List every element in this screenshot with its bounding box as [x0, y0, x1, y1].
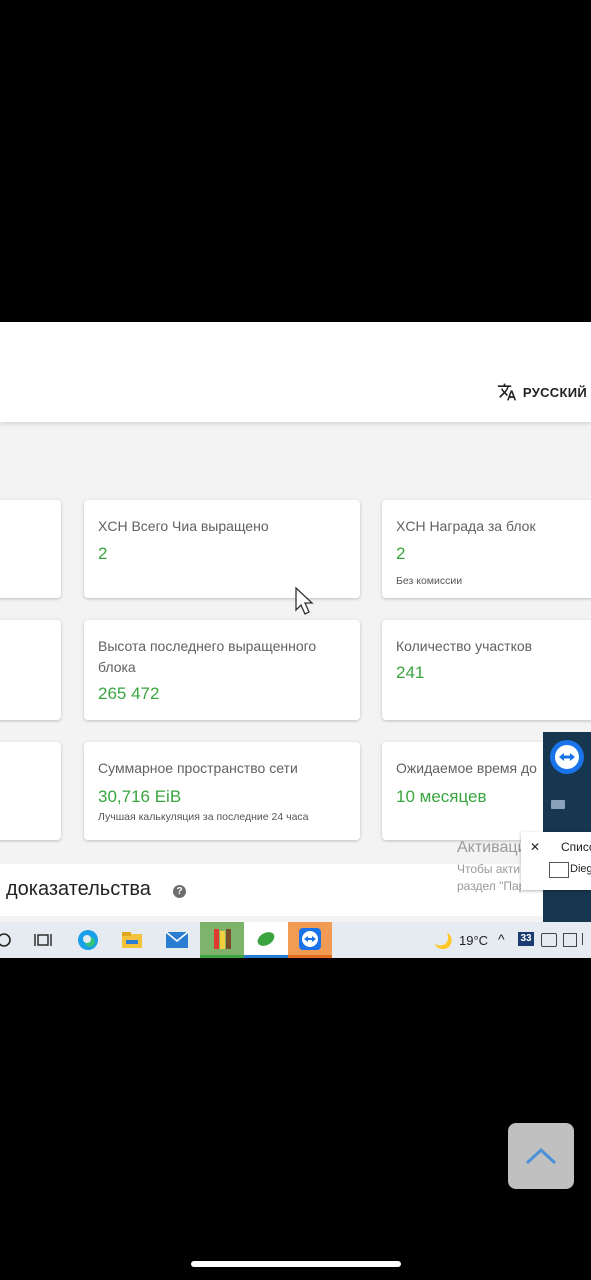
task-view-icon[interactable]	[21, 922, 65, 958]
popup-label: Списс	[561, 840, 591, 854]
translate-icon	[497, 383, 517, 401]
chevron-up-icon	[525, 1147, 557, 1165]
app-icon[interactable]	[200, 922, 244, 958]
stat-label: XCH Всего Чиа выращено	[98, 518, 269, 534]
stat-card-last-block-height: Высота последнего выращенного блока 265 …	[84, 620, 360, 720]
weather-temp[interactable]: 19°C	[459, 933, 488, 948]
stat-label: XCH Награда за блок	[396, 518, 536, 534]
language-button[interactable]: РУССКИЙ	[497, 382, 587, 402]
chevron-up-icon[interactable]: ^	[498, 931, 505, 947]
teamviewer-icon[interactable]	[288, 922, 332, 958]
stat-label: Количество участков	[396, 638, 533, 654]
tray-icon[interactable]	[563, 933, 577, 947]
top-app-bar: РУССКИЙ	[0, 322, 591, 422]
mouse-cursor-icon	[294, 586, 316, 621]
popup-window: ✕ Списс Diego	[521, 832, 591, 890]
stat-value: 30,716 EiB	[98, 787, 182, 806]
stat-card-partial	[0, 620, 61, 720]
stat-card-block-reward: XCH Награда за блок 2 Без комиссии	[382, 500, 591, 598]
home-indicator[interactable]	[191, 1261, 401, 1267]
scroll-to-top-button[interactable]	[508, 1123, 574, 1189]
network-icon[interactable]	[541, 933, 557, 947]
stat-note: Без комиссии	[396, 575, 463, 587]
user-icon	[549, 862, 569, 878]
stat-card-partial	[0, 742, 61, 840]
stat-label: Высота последнего выращенного блока	[98, 638, 317, 675]
tray-icon[interactable]	[582, 933, 591, 945]
stat-value: 241	[396, 663, 425, 682]
section-title: доказательства	[6, 878, 151, 900]
taskbar: 🌙 19°C ^ 33	[0, 922, 591, 958]
screen-photo: РУССКИЙ XCH Всего Чиа выращено 2 XCH Наг…	[0, 322, 591, 958]
close-icon[interactable]: ✕	[530, 840, 540, 854]
tray-badge[interactable]: 33	[518, 932, 534, 946]
edge-icon[interactable]	[66, 922, 110, 958]
chia-icon[interactable]	[244, 922, 288, 958]
file-explorer-icon[interactable]	[110, 922, 154, 958]
teamviewer-panel	[543, 732, 591, 922]
popup-user: Diego	[570, 863, 591, 875]
stat-value: 265 472	[98, 684, 160, 703]
stat-value: 2	[396, 544, 406, 563]
stat-value: 10 месяцев	[396, 787, 487, 806]
stat-card-partial	[0, 500, 61, 598]
help-icon[interactable]: ?	[173, 885, 186, 898]
stat-note: Лучшая калькуляция за последние 24 часа	[98, 811, 309, 823]
language-label: РУССКИЙ	[522, 384, 587, 400]
stat-label: Суммарное пространство сети	[98, 760, 298, 776]
video-icon[interactable]	[551, 800, 565, 809]
teamviewer-logo-icon	[550, 740, 584, 774]
stat-card-netspace: Суммарное пространство сети 30,716 EiB Л…	[84, 742, 360, 840]
weather-icon: 🌙	[434, 933, 453, 950]
mail-icon[interactable]	[155, 922, 199, 958]
stat-value: 2	[98, 544, 108, 563]
stat-card-total-farmed: XCH Всего Чиа выращено 2	[84, 500, 360, 598]
stat-card-plot-count: Количество участков 241	[382, 620, 591, 720]
